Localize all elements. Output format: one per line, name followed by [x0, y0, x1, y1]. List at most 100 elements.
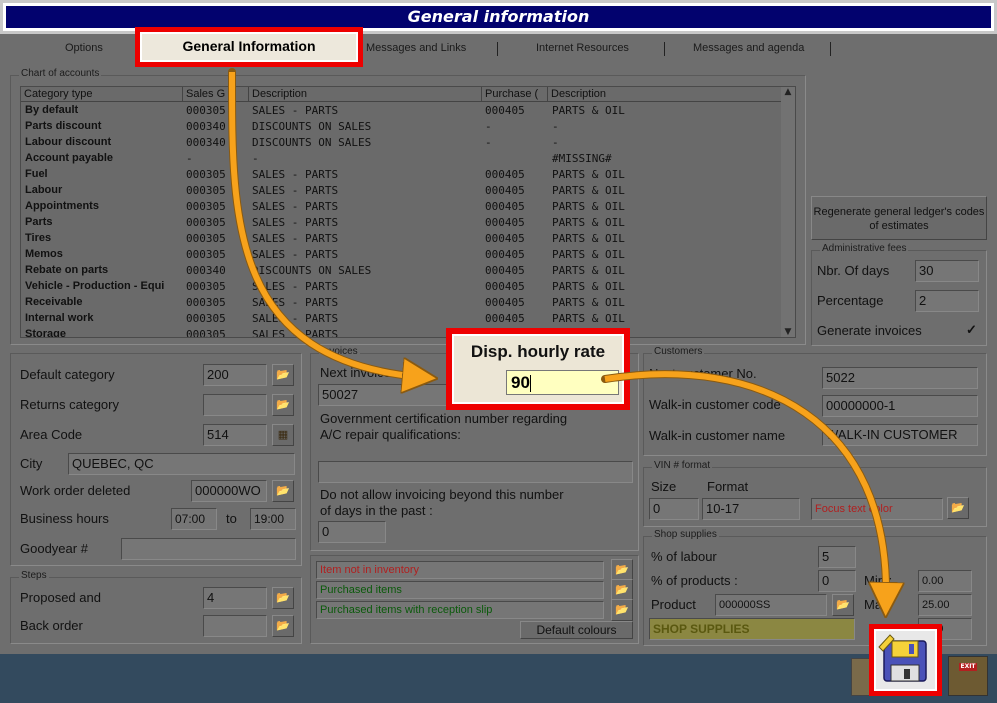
gov-cert-label-2: A/C repair qualifications: — [320, 427, 461, 442]
col-header[interactable]: Sales G — [183, 87, 249, 102]
table-row[interactable]: Tires 000305 SALES - PARTS 000405 PARTS & OI… — [21, 231, 783, 247]
disp-hourly-rate-input[interactable]: 90 — [506, 370, 619, 395]
table-row[interactable]: Parts discount 000340 DISCOUNTS ON SALES - - — [21, 119, 783, 135]
hours-from-input[interactable]: 07:00 — [171, 508, 217, 530]
percentage-input[interactable]: 2 — [915, 290, 979, 312]
min-input[interactable]: 0.00 — [918, 570, 972, 592]
calendar-icon[interactable]: ▦ — [272, 424, 294, 446]
table-cell: Internal work — [25, 312, 94, 324]
table-cell: 000305 — [186, 312, 226, 325]
no-invoicing-input[interactable]: 0 — [318, 521, 386, 543]
back-order-label: Back order — [20, 618, 83, 633]
table-cell: Tires — [25, 232, 52, 244]
table-cell: Labour — [25, 184, 63, 196]
pct-products-input[interactable]: 0 — [818, 570, 856, 592]
gov-cert-input[interactable] — [318, 461, 633, 483]
folder-search-icon[interactable]: 📂 — [272, 615, 294, 637]
focus-text-color-field[interactable]: Focus text color — [811, 498, 943, 520]
table-cell: PARTS & OIL — [552, 216, 625, 229]
disp-hourly-rate-label: Disp. hourly rate — [470, 342, 606, 361]
folder-search-icon[interactable]: 📂 — [272, 364, 294, 386]
folder-search-icon[interactable]: 📂 — [272, 587, 294, 609]
purchased-with-slip-colour[interactable]: Purchased items with reception slip — [316, 601, 604, 619]
table-cell: PARTS & OIL — [552, 232, 625, 245]
table-cell: - — [552, 120, 559, 133]
table-row[interactable]: Storage000305SALES - PARTS000405PARTS & … — [21, 327, 783, 337]
hours-to-input[interactable]: 19:00 — [250, 508, 296, 530]
table-cell: 000305 — [186, 104, 226, 117]
walkin-name-input[interactable]: WALK-IN CUSTOMER — [822, 424, 978, 446]
colour-picker-icon[interactable]: 📂 — [611, 579, 633, 601]
folder-search-icon[interactable]: 📂 — [832, 594, 854, 616]
back-order-input[interactable] — [203, 615, 267, 637]
table-cell: SALES - PARTS — [252, 248, 339, 261]
folder-search-icon[interactable]: 📂 — [272, 480, 294, 502]
city-input[interactable]: QUEBEC, QC — [68, 453, 295, 475]
tab-messages-links[interactable]: Messages and Links — [366, 42, 466, 54]
table-row[interactable]: By default 000305 SALES - PARTS 000405 PARTS… — [21, 103, 783, 119]
table-row[interactable]: Labour 000305 SALES - PARTS 000405 PARTS & O… — [21, 183, 783, 199]
purchased-items-colour[interactable]: Purchased items — [316, 581, 604, 599]
tab-internet-resources[interactable]: Internet Resources — [536, 42, 629, 54]
vin-size-input[interactable]: 0 — [649, 498, 699, 520]
table-cell: DISCOUNTS ON SALES — [252, 136, 372, 149]
work-order-deleted-label: Work order deleted — [20, 483, 131, 498]
returns-category-label: Returns category — [20, 397, 119, 412]
max-label: Max — [864, 597, 889, 612]
tab-label: General Information — [142, 34, 356, 60]
table-row[interactable]: Account payable - - #MISSING# — [21, 151, 783, 167]
col-header[interactable]: Purchase ( — [482, 87, 548, 102]
max-input[interactable]: 25.00 — [918, 594, 972, 616]
next-customer-input[interactable]: 5022 — [822, 367, 978, 389]
tab-options[interactable]: Options — [65, 42, 103, 54]
table-cell: 000305 — [186, 248, 226, 261]
tab-messages-agenda[interactable]: Messages and agenda — [693, 42, 804, 54]
nbr-days-input[interactable]: 30 — [915, 260, 979, 282]
pct-labour-input[interactable]: 5 — [818, 546, 856, 568]
table-row[interactable]: Memos 000305 SALES - PARTS 000405 PARTS & OI… — [21, 247, 783, 263]
table-row[interactable]: Receivable 000305 SALES - PARTS 000405 PARTS… — [21, 295, 783, 311]
table-row[interactable]: Vehicle - Production - Equi 000305 SALES -… — [21, 279, 783, 295]
area-code-input[interactable]: 514 — [203, 424, 267, 446]
item-not-in-inventory-colour[interactable]: Item not in inventory — [316, 561, 604, 579]
col-header[interactable]: Description — [548, 87, 784, 102]
default-category-input[interactable]: 200 — [203, 364, 267, 386]
colour-picker-icon[interactable]: 📂 — [947, 497, 969, 519]
colour-picker-icon[interactable]: 📂 — [611, 599, 633, 621]
folder-search-icon[interactable]: 📂 — [272, 394, 294, 416]
save-button[interactable] — [869, 624, 942, 696]
table-row[interactable]: Fuel 000305 SALES - PARTS 000405 PARTS & OIL — [21, 167, 783, 183]
exit-door-icon[interactable]: EXIT — [948, 656, 988, 696]
table-cell: 000405 — [485, 232, 525, 245]
table-row[interactable]: Parts 000305 SALES - PARTS 000405 PARTS & OI… — [21, 215, 783, 231]
col-header[interactable]: Category type — [21, 87, 183, 102]
no-invoicing-label: Do not allow invoicing beyond this numbe… — [320, 487, 564, 502]
product-input[interactable]: 000000SS — [715, 594, 827, 616]
col-header[interactable]: Description — [249, 87, 482, 102]
input-value: 90 — [511, 373, 530, 392]
table-row[interactable]: Labour discount 000340 DISCOUNTS ON SALES -… — [21, 135, 783, 151]
table-cell: 000405 — [485, 104, 525, 117]
default-colours-button[interactable]: Default colours — [520, 621, 633, 639]
table-cell: 000405 — [485, 184, 525, 197]
chart-of-accounts-table[interactable]: Category type Sales G Description Purcha… — [20, 86, 796, 338]
colour-picker-icon[interactable]: 📂 — [611, 559, 633, 581]
regenerate-codes-button[interactable]: Regenerate general ledger's codes of est… — [811, 196, 987, 240]
text-cursor — [529, 375, 531, 393]
tab-general-information[interactable]: General Information — [135, 27, 363, 67]
table-row[interactable]: Appointments 000305 SALES - PARTS 000405 PAR… — [21, 199, 783, 215]
work-order-deleted-input[interactable]: 000000WO — [191, 480, 267, 502]
table-cell: SALES - PARTS — [252, 200, 339, 213]
generate-invoices-checkbox[interactable]: ✓ — [966, 322, 977, 338]
goodyear-input[interactable] — [121, 538, 296, 560]
floppy-disk-icon — [878, 634, 927, 682]
table-row[interactable]: Internal work 000305 SALES - PARTS 000405 PA… — [21, 311, 783, 327]
returns-category-input[interactable] — [203, 394, 267, 416]
vin-format-input[interactable]: 10-17 — [702, 498, 800, 520]
proposed-input[interactable]: 4 — [203, 587, 267, 609]
pct-products-label: % of products : — [651, 573, 738, 588]
table-row[interactable]: Rebate on parts 000340 DISCOUNTS ON SALES 0… — [21, 263, 783, 279]
walkin-code-input[interactable]: 00000000-1 — [822, 395, 978, 417]
table-scrollbar[interactable]: ▲ ▼ — [781, 87, 795, 337]
next-invoice-input[interactable]: 50027 — [318, 384, 448, 406]
